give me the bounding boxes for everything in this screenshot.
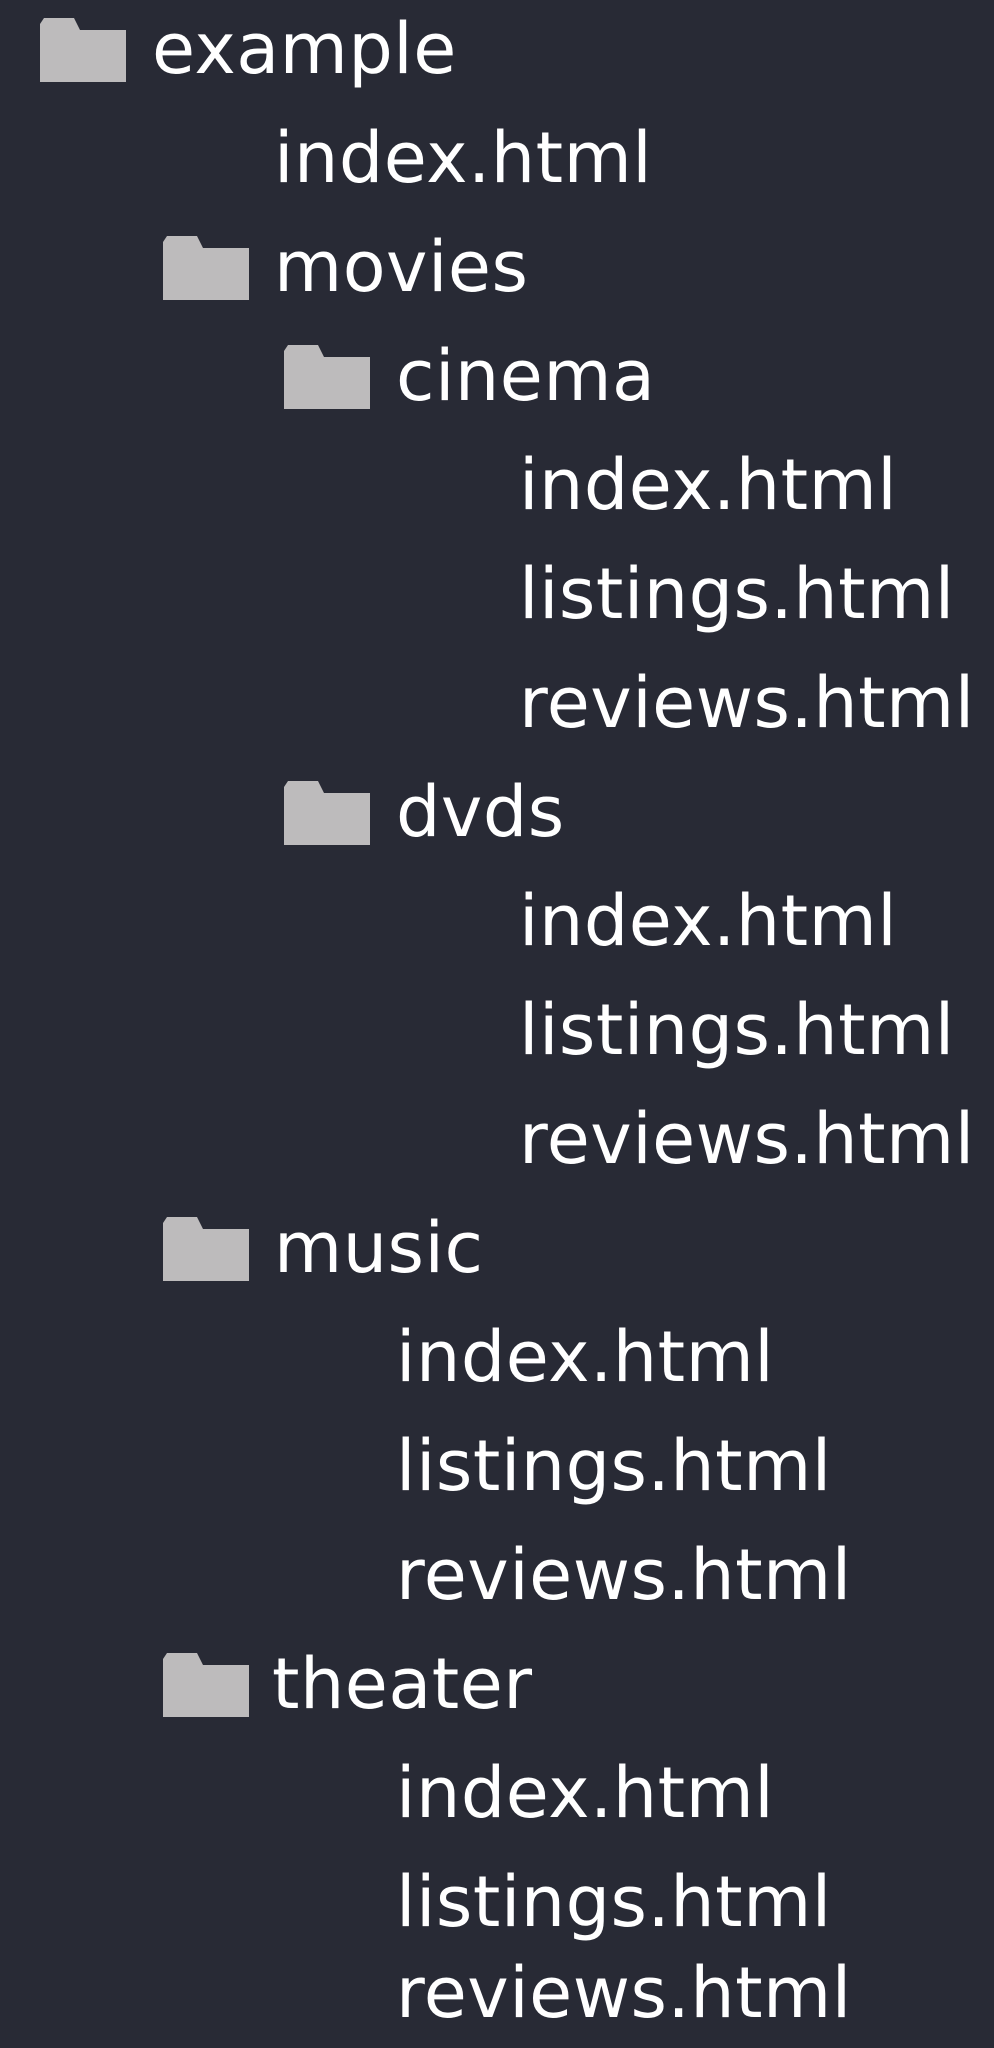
- tree-folder-movies[interactable]: movies: [0, 212, 994, 322]
- tree-item-label: movies: [274, 226, 529, 308]
- tree-item-label: index.html: [519, 880, 898, 962]
- tree-file-music-index[interactable]: index.html: [0, 1302, 994, 1412]
- tree-item-label: reviews.html: [519, 662, 975, 744]
- tree-item-label: music: [274, 1207, 484, 1289]
- tree-item-label: index.html: [396, 1752, 775, 1834]
- tree-file-dvds-reviews[interactable]: reviews.html: [0, 1084, 994, 1194]
- tree-item-label: dvds: [396, 771, 565, 853]
- folder-icon: [40, 18, 126, 82]
- tree-file-index[interactable]: index.html: [0, 103, 994, 213]
- tree-item-label: index.html: [519, 444, 898, 526]
- tree-file-theater-index[interactable]: index.html: [0, 1738, 994, 1848]
- folder-icon: [284, 345, 370, 409]
- tree-file-theater-reviews[interactable]: reviews.html: [0, 1938, 994, 2048]
- tree-item-label: theater: [272, 1643, 533, 1725]
- file-tree: example index.html movies cinema index.h…: [0, 0, 994, 2048]
- tree-item-label: reviews.html: [396, 1534, 852, 1616]
- tree-folder-theater[interactable]: theater: [0, 1629, 994, 1739]
- folder-icon: [284, 781, 370, 845]
- folder-icon: [163, 236, 249, 300]
- tree-item-label: listings.html: [396, 1425, 832, 1507]
- tree-folder-cinema[interactable]: cinema: [0, 321, 994, 431]
- tree-file-cinema-index[interactable]: index.html: [0, 430, 994, 540]
- tree-folder-music[interactable]: music: [0, 1193, 994, 1303]
- folder-icon: [163, 1653, 249, 1717]
- tree-file-cinema-listings[interactable]: listings.html: [0, 539, 994, 649]
- tree-item-label: example: [152, 8, 457, 90]
- tree-file-cinema-reviews[interactable]: reviews.html: [0, 648, 994, 758]
- folder-icon: [163, 1217, 249, 1281]
- tree-file-dvds-listings[interactable]: listings.html: [0, 975, 994, 1085]
- tree-item-label: reviews.html: [519, 1098, 975, 1180]
- tree-item-label: listings.html: [519, 989, 955, 1071]
- tree-item-label: listings.html: [519, 553, 955, 635]
- tree-file-music-listings[interactable]: listings.html: [0, 1411, 994, 1521]
- tree-folder-example[interactable]: example: [0, 0, 994, 104]
- tree-item-label: index.html: [274, 117, 653, 199]
- tree-item-label: index.html: [396, 1316, 775, 1398]
- tree-folder-dvds[interactable]: dvds: [0, 757, 994, 867]
- tree-file-music-reviews[interactable]: reviews.html: [0, 1520, 994, 1630]
- tree-file-dvds-index[interactable]: index.html: [0, 866, 994, 976]
- tree-item-label: cinema: [396, 335, 656, 417]
- tree-item-label: reviews.html: [396, 1952, 852, 2034]
